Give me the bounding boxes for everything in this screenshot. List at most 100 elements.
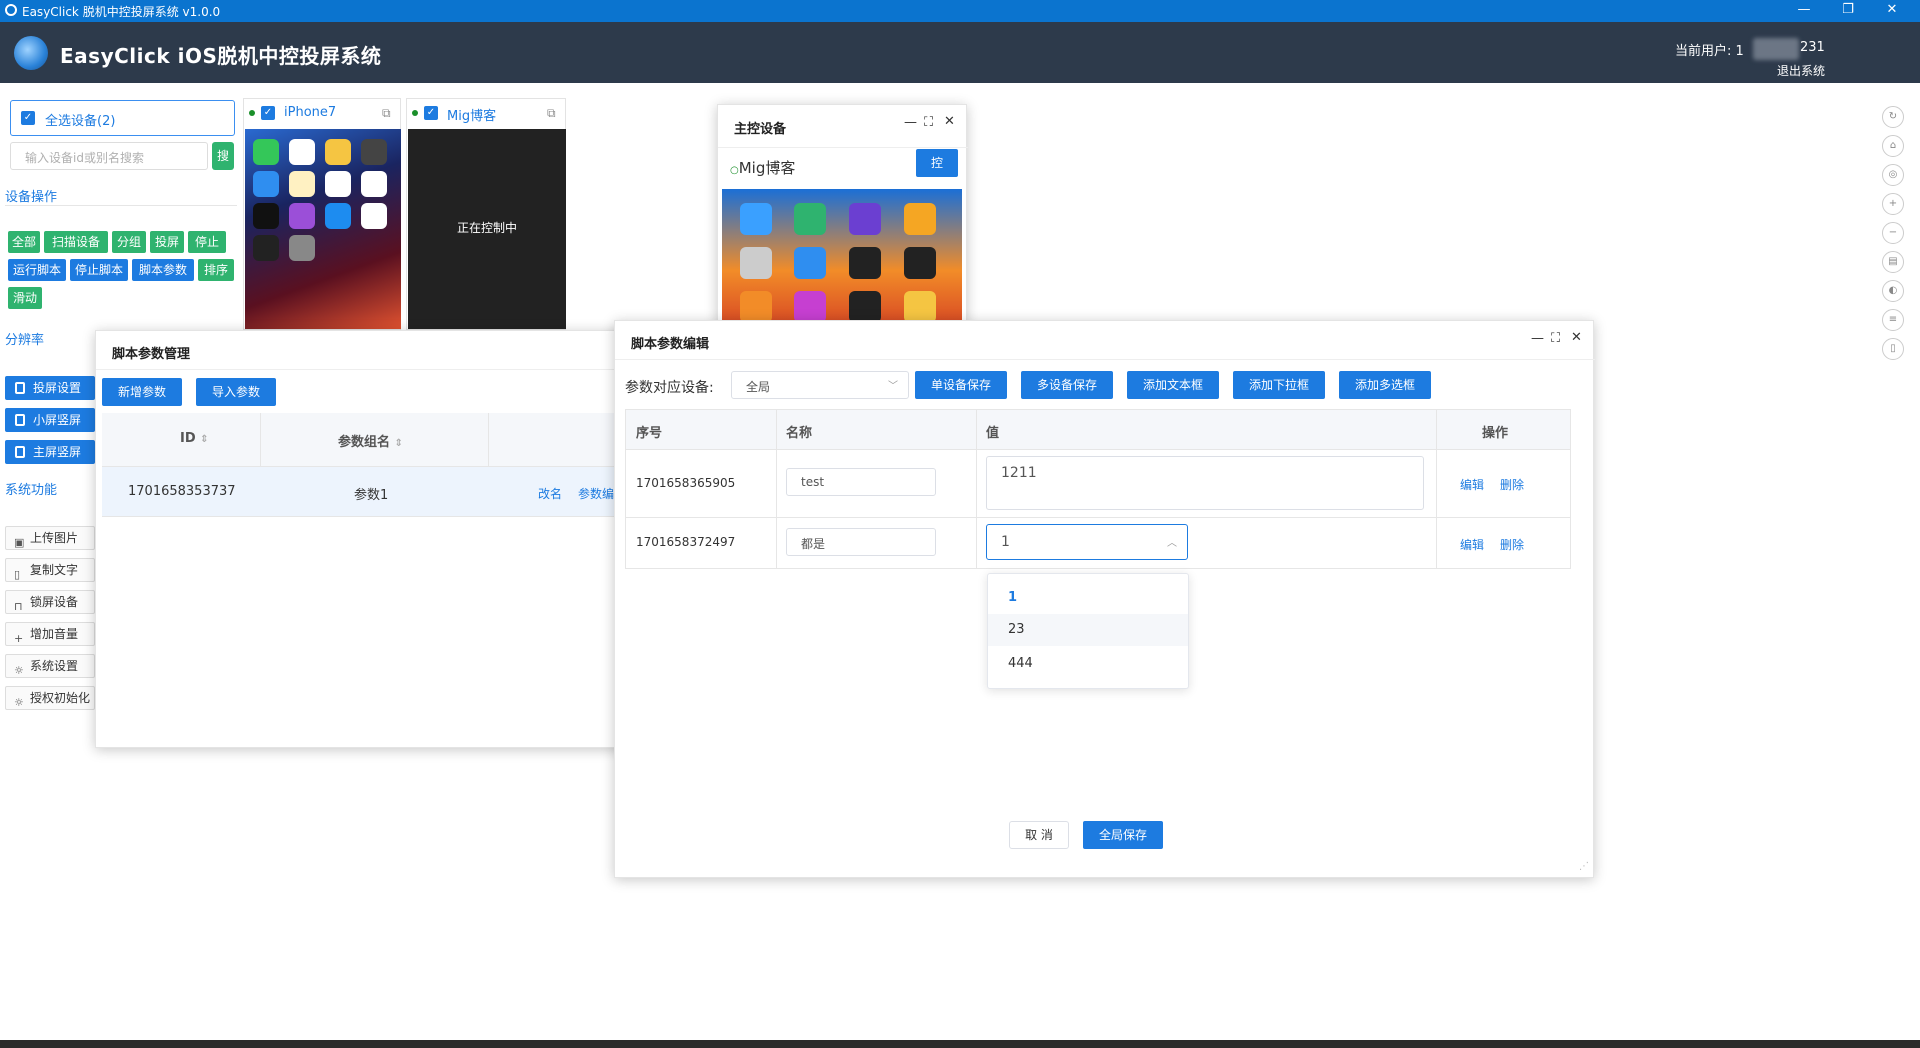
small-portrait-button[interactable]: 小屏竖屏 [5,408,95,432]
divider [5,205,237,206]
minimize-button[interactable]: — [1782,0,1826,22]
table-row[interactable]: 1701658353737 参数1 改名 参数编 [102,467,632,517]
phone-icon [15,446,25,458]
add-dropdown-button[interactable]: 添加下拉框 [1233,371,1325,399]
phone-icon[interactable]: ▯ [1882,338,1904,360]
close-icon[interactable]: ✕ [1571,330,1582,345]
clock-icon [361,171,387,197]
sliders-icon[interactable]: ≡ [1882,309,1904,331]
cast-settings-button[interactable]: 投屏设置 [5,376,95,400]
delete-link[interactable]: 删除 [1500,536,1524,553]
add-textbox-button[interactable]: 添加文本框 [1127,371,1219,399]
system-settings-button[interactable]: ☼ 系统设置 [5,654,95,678]
device-name: Mig博客 [447,109,497,124]
control-button[interactable]: 控 [916,149,958,177]
appstore-icon [325,203,351,229]
checkbox-icon[interactable]: ✓ [21,111,35,125]
logout-link[interactable]: 退出系统 [1777,62,1825,79]
add-param-button[interactable]: 新增参数 [102,378,182,406]
maximize-icon[interactable]: ⛶ [924,115,933,130]
keyboard-icon[interactable]: ▤ [1882,251,1904,273]
device-search-input[interactable]: 输入设备id或别名搜索 [10,142,208,170]
device-screen[interactable] [245,129,401,329]
minimize-icon[interactable]: — [904,115,917,130]
divider [260,413,261,467]
auth-init-button[interactable]: ☼ 授权初始化 [5,686,95,710]
copy-icon[interactable]: ⧉ [547,106,556,121]
param-value-textarea[interactable]: 1211 [986,456,1424,510]
chevron-up-icon: ︿ [1167,538,1177,549]
dropdown-option[interactable]: 1 [988,582,1188,614]
select-all-devices[interactable]: ✓ 全选设备(2) [10,100,235,136]
home-icon[interactable]: ⌂ [1882,135,1904,157]
param-name-input[interactable]: 都是 [786,528,936,556]
op-cast-button[interactable]: 投屏 [150,231,184,253]
param-id: 1701658353737 [128,484,236,499]
monitor-icon [15,382,25,394]
add-multiselect-button[interactable]: 添加多选框 [1339,371,1431,399]
single-device-save-button[interactable]: 单设备保存 [915,371,1007,399]
device-screen[interactable]: 正在控制中 [408,129,566,329]
upload-image-button[interactable]: ▣ 上传图片 [5,526,95,550]
delete-link[interactable]: 删除 [1500,476,1524,493]
toggle-icon[interactable]: ◐ [1882,280,1904,302]
op-sort-button[interactable]: 排序 [198,259,234,281]
lock-device-button[interactable]: ⊓ 锁屏设备 [5,590,95,614]
chevron-down-icon: ﹀ [888,381,898,392]
save-all-button[interactable]: 全局保存 [1083,821,1163,849]
params-link[interactable]: 参数编 [578,485,614,502]
notes-icon [289,171,315,197]
target-icon[interactable]: ◎ [1882,164,1904,186]
online-status-dot [412,110,418,116]
minimize-icon[interactable]: — [1531,331,1544,346]
op-scan-button[interactable]: 扫描设备 [44,231,108,253]
refresh-icon[interactable]: ↻ [1882,106,1904,128]
taskbar [0,1040,1920,1048]
edit-link[interactable]: 编辑 [1460,476,1484,493]
op-run-script-button[interactable]: 运行脚本 [8,259,66,281]
param-value-select[interactable]: 1 ︿ [986,524,1188,560]
resize-handle-icon[interactable]: ⋰ [1579,861,1589,872]
op-stop-script-button[interactable]: 停止脚本 [70,259,128,281]
master-device-screen[interactable] [722,189,962,325]
col-name: 名称 [786,426,813,441]
device-checkbox[interactable]: ✓ [261,106,275,120]
device-select[interactable]: 全局 ﹀ [731,371,909,399]
maximize-icon[interactable]: ⛶ [1551,331,1560,346]
op-group-button[interactable]: 分组 [112,231,146,253]
device-card-iphone7[interactable]: ✓ iPhone7 ⧉ [243,98,401,330]
param-name-input[interactable]: test [786,468,936,496]
close-button[interactable]: ✕ [1870,0,1914,22]
volume-up-button[interactable]: + 增加音量 [5,622,95,646]
device-ops-title: 设备操作 [5,190,58,205]
search-button[interactable]: 搜 [212,142,234,170]
op-all-button[interactable]: 全部 [8,231,40,253]
restore-button[interactable]: ❐ [1826,0,1870,22]
main-portrait-button[interactable]: 主屏竖屏 [5,440,95,464]
system-functions-title: 系统功能 [5,483,58,498]
close-icon[interactable]: ✕ [944,114,955,129]
device-card-mig[interactable]: ✓ Mig博客 ⧉ 正在控制中 [406,98,566,330]
dropdown-option[interactable]: 444 [988,648,1188,680]
op-stop-button[interactable]: 停止 [188,231,226,253]
copy-text-button[interactable]: ▯ 复制文字 [5,558,95,582]
device-checkbox[interactable]: ✓ [424,106,438,120]
zoom-out-icon[interactable]: − [1882,222,1904,244]
cancel-button[interactable]: 取 消 [1009,821,1069,849]
small-portrait-label: 小屏竖屏 [33,413,82,427]
zoom-in-icon[interactable]: + [1882,193,1904,215]
edit-link[interactable]: 编辑 [1460,536,1484,553]
col-group-name[interactable]: 参数组名 ⇕ [338,431,403,450]
multi-device-save-button[interactable]: 多设备保存 [1021,371,1113,399]
copy-text-label: 复制文字 [30,563,79,577]
rename-link[interactable]: 改名 [538,485,562,502]
copy-icon[interactable]: ⧉ [382,106,391,121]
device-name: iPhone7 [284,105,337,120]
app-icon [5,4,17,16]
dropdown-option[interactable]: 23 [988,614,1188,646]
op-swipe-button[interactable]: 滑动 [8,287,42,309]
op-script-params-button[interactable]: 脚本参数 [132,259,194,281]
col-id[interactable]: ID ⇕ [180,431,209,446]
col-value: 值 [986,426,1000,441]
import-param-button[interactable]: 导入参数 [196,378,276,406]
